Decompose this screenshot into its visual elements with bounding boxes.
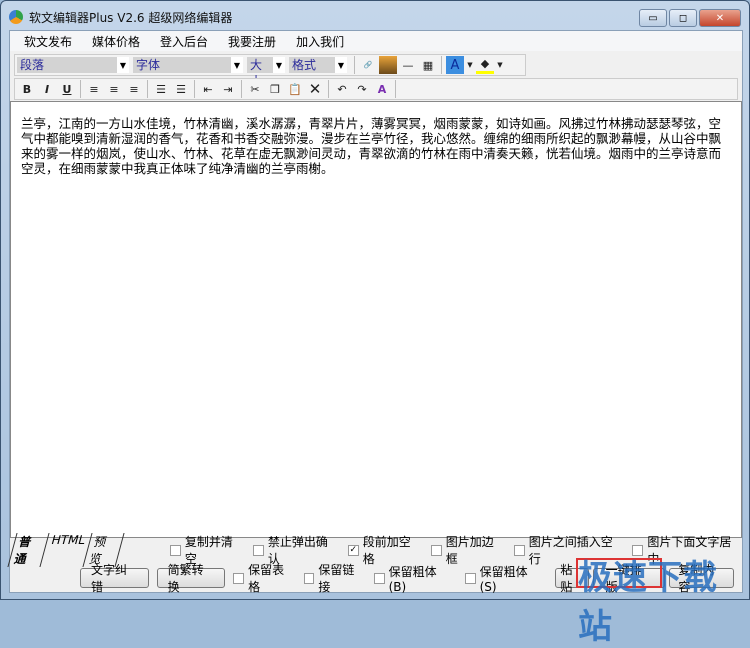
- menu-login[interactable]: 登入后台: [152, 33, 216, 50]
- italic-icon[interactable]: I: [38, 80, 56, 98]
- keep-table-checkbox[interactable]: 保留表格: [233, 561, 294, 595]
- ordered-list-icon[interactable]: ☰: [152, 80, 170, 98]
- minimize-button[interactable]: ▭: [639, 9, 667, 27]
- menu-register[interactable]: 我要注册: [220, 33, 284, 50]
- indent-icon[interactable]: ⇥: [219, 80, 237, 98]
- insert-image-icon[interactable]: [379, 56, 397, 74]
- undo-icon[interactable]: ↶: [333, 80, 351, 98]
- menu-media-price[interactable]: 媒体价格: [84, 33, 148, 50]
- style-select[interactable]: 格式 ▼: [289, 57, 347, 73]
- align-left-icon[interactable]: ≡: [85, 80, 103, 98]
- size-select[interactable]: 大小▼: [247, 57, 285, 88]
- font-select[interactable]: 字体 ▼: [133, 57, 243, 73]
- client-area: 软文发布 媒体价格 登入后台 我要注册 加入我们 段落▼ 字体▼ 大小▼ 格式▼…: [7, 30, 743, 595]
- title-bar: 软文编辑器Plus V2.6 超级网络编辑器: [9, 7, 232, 27]
- keep-bold-s-checkbox[interactable]: 保留粗体 (S): [464, 563, 546, 594]
- delete-icon[interactable]: ✕: [306, 80, 324, 98]
- align-center-icon[interactable]: ≡: [105, 80, 123, 98]
- align-right-icon[interactable]: ≡: [125, 80, 143, 98]
- watermark: 极速下载站: [578, 558, 718, 647]
- maximize-button[interactable]: ◻: [669, 9, 697, 27]
- app-logo-icon: [9, 10, 23, 24]
- keep-link-checkbox[interactable]: 保留链接: [303, 561, 365, 595]
- paste-icon[interactable]: 📋: [286, 80, 304, 98]
- editor-area[interactable]: 兰亭，江南的一方山水佳境，竹林清幽，溪水潺潺，青翠片片，薄雾冥冥，烟雨蒙蒙，如诗…: [10, 101, 742, 538]
- chevron-down-icon[interactable]: ▼: [496, 56, 504, 74]
- menu-publish[interactable]: 软文发布: [16, 33, 80, 50]
- menu-join[interactable]: 加入我们: [288, 33, 352, 50]
- app-window: 软文编辑器Plus V2.6 超级网络编辑器 ▭ ◻ ✕ 软文发布 媒体价格 登…: [0, 0, 750, 600]
- chevron-down-icon: ▼: [337, 60, 345, 70]
- horizontal-rule-icon[interactable]: —: [399, 56, 417, 74]
- redo-icon[interactable]: ↷: [353, 80, 371, 98]
- clear-format-icon[interactable]: A: [373, 80, 391, 98]
- underline-icon[interactable]: U: [58, 80, 76, 98]
- menu-bar: 软文发布 媒体价格 登入后台 我要注册 加入我们: [10, 31, 742, 51]
- chevron-down-icon: ▼: [119, 60, 127, 70]
- highlight-color-icon[interactable]: ◆: [476, 56, 494, 74]
- close-button[interactable]: ✕: [699, 9, 741, 27]
- toolbar-edit: B I U ≡ ≡ ≡ ☰ ☰ ⇤ ⇥ ✂ ❐ 📋 ✕ ↶ ↷ A: [14, 78, 738, 100]
- chevron-down-icon: ▼: [233, 60, 241, 70]
- window-title: 软文编辑器Plus V2.6 超级网络编辑器: [29, 10, 233, 25]
- bold-icon[interactable]: B: [18, 80, 36, 98]
- web-link-icon[interactable]: 🔗: [359, 56, 377, 74]
- chevron-down-icon[interactable]: ▼: [466, 56, 474, 74]
- chevron-down-icon: ▼: [275, 60, 283, 70]
- cut-icon[interactable]: ✂: [246, 80, 264, 98]
- keep-bold-b-checkbox[interactable]: 保留粗体 (B): [373, 563, 456, 594]
- spell-check-button[interactable]: 文字纠错: [80, 563, 149, 594]
- font-color-icon[interactable]: A: [446, 56, 464, 74]
- unordered-list-icon[interactable]: ☰: [172, 80, 190, 98]
- toolbar-format: 段落▼ 字体▼ 大小▼ 格式▼ 🔗 — ▦ A ▼ ◆ ▼: [14, 54, 526, 88]
- copy-icon[interactable]: ❐: [266, 80, 284, 98]
- convert-button[interactable]: 简繁转换: [156, 563, 226, 594]
- paragraph-select[interactable]: 段落 ▼: [17, 57, 129, 73]
- table-icon[interactable]: ▦: [419, 56, 437, 74]
- outdent-icon[interactable]: ⇤: [199, 80, 217, 98]
